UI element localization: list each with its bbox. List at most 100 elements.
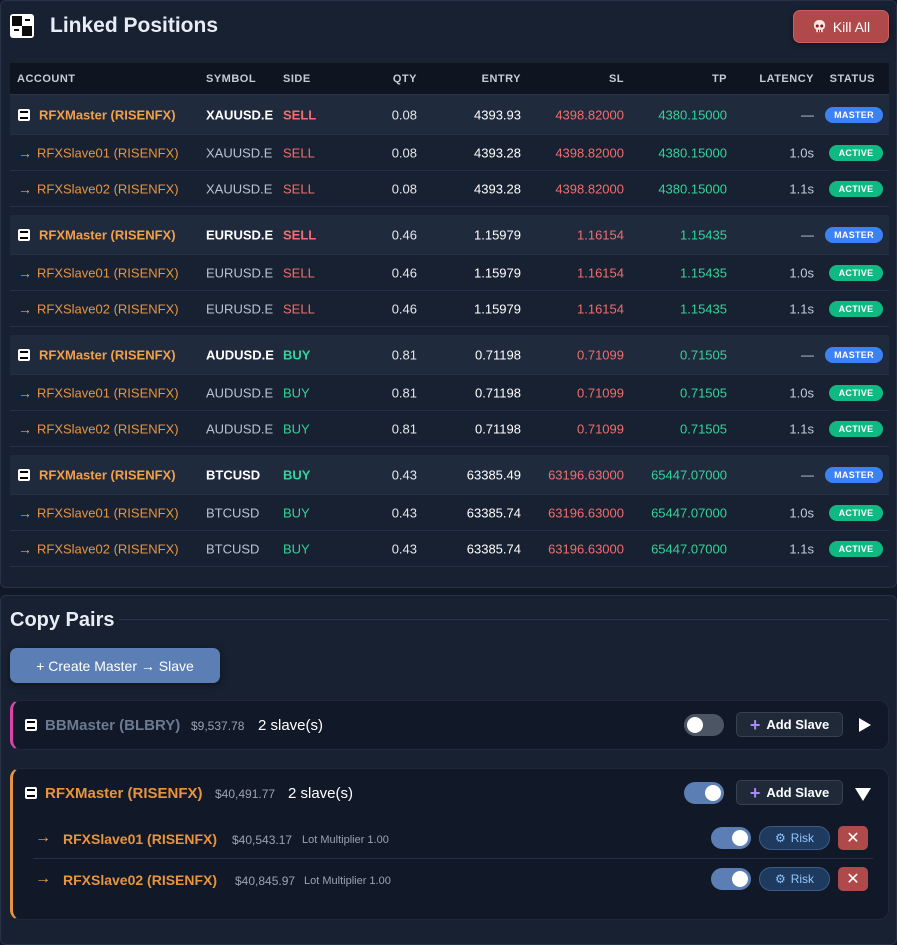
position-row-slave[interactable]: → RFXSlave02 (RISENFX) AUDUSD.E BUY 0.81 0.71… — [10, 411, 889, 447]
take-profit: 4380.15000 — [658, 107, 727, 122]
side: SELL — [283, 227, 317, 242]
create-master-slave-button[interactable]: + Create Master → Slave — [10, 648, 220, 683]
delete-slave-button[interactable]: ✕ — [838, 867, 868, 891]
qty: 0.08 — [391, 181, 417, 196]
position-row-slave[interactable]: → RFXSlave01 (RISENFX) XAUUSD.E SELL 0.08 439… — [10, 135, 889, 171]
qty: 0.43 — [391, 541, 417, 556]
stop-loss: 0.71099 — [577, 421, 624, 436]
symbol: BTCUSD — [206, 467, 261, 482]
qty: 0.46 — [391, 227, 417, 242]
triangle-down-icon[interactable] — [855, 788, 871, 801]
account-name: RFXMaster (RISENFX) — [39, 227, 176, 242]
group-gap — [10, 207, 889, 215]
kill-all-label: Kill All — [832, 18, 871, 35]
add-slave-button[interactable]: + Add Slave — [736, 780, 843, 805]
account-name: RFXMaster (RISENFX) — [39, 107, 176, 122]
group-gap — [10, 327, 889, 335]
side: SELL — [283, 301, 315, 316]
position-row-slave[interactable]: → RFXSlave02 (RISENFX) XAUUSD.E SELL 0.08 439… — [10, 171, 889, 207]
page-title: Linked Positions — [50, 14, 219, 37]
delete-slave-button[interactable]: ✕ — [838, 826, 868, 850]
pair-enable-toggle[interactable] — [684, 782, 724, 804]
stop-loss: 0.71099 — [577, 385, 624, 400]
status-badge: ACTIVE — [829, 504, 883, 521]
slave-enable-toggle[interactable] — [711, 868, 751, 890]
arrow-right-icon: → — [18, 264, 32, 281]
pair-slave-count: 2 slave(s) — [288, 785, 354, 802]
account-name: RFXSlave01 (RISENFX) — [37, 505, 179, 520]
qty: 0.46 — [391, 265, 417, 280]
add-slave-label: Add Slave — [766, 785, 830, 800]
entry-price: 63385.74 — [466, 541, 521, 556]
entry-price: 0.71198 — [474, 421, 521, 436]
status-badge: MASTER — [825, 106, 883, 123]
stop-loss: 63196.63000 — [548, 467, 624, 482]
position-row-master[interactable]: RFXMaster (RISENFX) AUDUSD.E BUY 0.81 0.7119… — [10, 335, 889, 375]
symbol: EURUSD.E — [206, 301, 274, 316]
plus-icon: + — [749, 782, 761, 803]
take-profit: 65447.07000 — [651, 541, 727, 556]
col-status: STATUS — [829, 73, 875, 85]
divider — [119, 619, 889, 620]
latency: 1.1s — [789, 421, 814, 436]
latency: 1.1s — [789, 301, 814, 316]
position-row-master[interactable]: RFXMaster (RISENFX) EURUSD.E SELL 0.46 1.159… — [10, 215, 889, 255]
stop-loss: 0.71099 — [577, 347, 624, 362]
side: SELL — [283, 107, 317, 122]
stop-loss: 1.16154 — [577, 301, 624, 316]
position-row-slave[interactable]: → RFXSlave01 (RISENFX) AUDUSD.E BUY 0.81 0.71… — [10, 375, 889, 411]
take-profit: 65447.07000 — [651, 505, 727, 520]
position-row-slave[interactable]: → RFXSlave01 (RISENFX) BTCUSD BUY 0.43 63385.… — [10, 495, 889, 531]
position-row-slave[interactable]: → RFXSlave02 (RISENFX) BTCUSD BUY 0.43 63385.… — [10, 531, 889, 567]
pair-enable-toggle[interactable] — [684, 714, 724, 736]
account-name: RFXSlave01 (RISENFX) — [37, 265, 179, 280]
add-slave-button[interactable]: + Add Slave — [736, 712, 843, 737]
symbol: EURUSD.E — [206, 227, 274, 242]
kill-all-button[interactable]: Kill All — [793, 10, 889, 43]
gear-icon: ⚙ — [774, 831, 786, 845]
pair-master-balance: $9,537.78 — [191, 719, 245, 733]
position-row-slave[interactable]: → RFXSlave02 (RISENFX) EURUSD.E SELL 0.46 1.1… — [10, 291, 889, 327]
arrow-right-icon: → — [18, 300, 32, 317]
account-name: RFXSlave01 (RISENFX) — [37, 145, 179, 160]
take-profit: 1.15435 — [680, 301, 727, 316]
slave-name: RFXSlave02 (RISENFX) — [63, 872, 218, 888]
status-badge: ACTIVE — [829, 300, 883, 317]
pair-master-name: BBMaster (BLBRY) — [45, 717, 181, 734]
account-name: RFXSlave02 (RISENFX) — [37, 181, 179, 196]
col-account: ACCOUNT — [17, 73, 76, 85]
account-name: RFXSlave01 (RISENFX) — [37, 385, 179, 400]
account-name: RFXSlave02 (RISENFX) — [37, 421, 179, 436]
stop-loss: 4398.82000 — [555, 181, 624, 196]
position-row-master[interactable]: RFXMaster (RISENFX) BTCUSD BUY 0.43 63385.49… — [10, 455, 889, 495]
side: BUY — [283, 467, 311, 482]
qty: 0.43 — [391, 467, 417, 482]
stop-loss: 1.16154 — [577, 265, 624, 280]
latency: — — [801, 467, 814, 482]
close-icon: ✕ — [846, 871, 860, 888]
position-row-slave[interactable]: → RFXSlave01 (RISENFX) EURUSD.E SELL 0.46 1.1… — [10, 255, 889, 291]
qty: 0.43 — [391, 505, 417, 520]
master-account-icon — [25, 719, 37, 731]
arrow-right-icon: → — [18, 180, 32, 197]
latency: 1.0s — [789, 265, 814, 280]
play-triangle-icon[interactable] — [859, 718, 871, 732]
symbol: EURUSD.E — [206, 265, 274, 280]
entry-price: 63385.74 — [466, 505, 521, 520]
risk-label: Risk — [790, 831, 815, 845]
stop-loss: 4398.82000 — [555, 145, 624, 160]
position-row-master[interactable]: RFXMaster (RISENFX) XAUUSD.E SELL 0.08 4393.… — [10, 95, 889, 135]
slave-enable-toggle[interactable] — [711, 827, 751, 849]
symbol: XAUUSD.E — [206, 181, 273, 196]
risk-button[interactable]: ⚙ Risk — [759, 826, 830, 850]
side: BUY — [283, 347, 311, 362]
pair-slave-count: 2 slave(s) — [258, 717, 324, 734]
entry-price: 1.15979 — [474, 265, 521, 280]
col-tp: TP — [711, 73, 727, 85]
symbol: AUDUSD.E — [206, 385, 274, 400]
symbol: XAUUSD.E — [206, 145, 273, 160]
arrow-right-icon: → — [18, 540, 32, 557]
slave-balance: $40,543.17 — [232, 833, 293, 847]
risk-button[interactable]: ⚙ Risk — [759, 867, 830, 891]
side: BUY — [283, 385, 310, 400]
